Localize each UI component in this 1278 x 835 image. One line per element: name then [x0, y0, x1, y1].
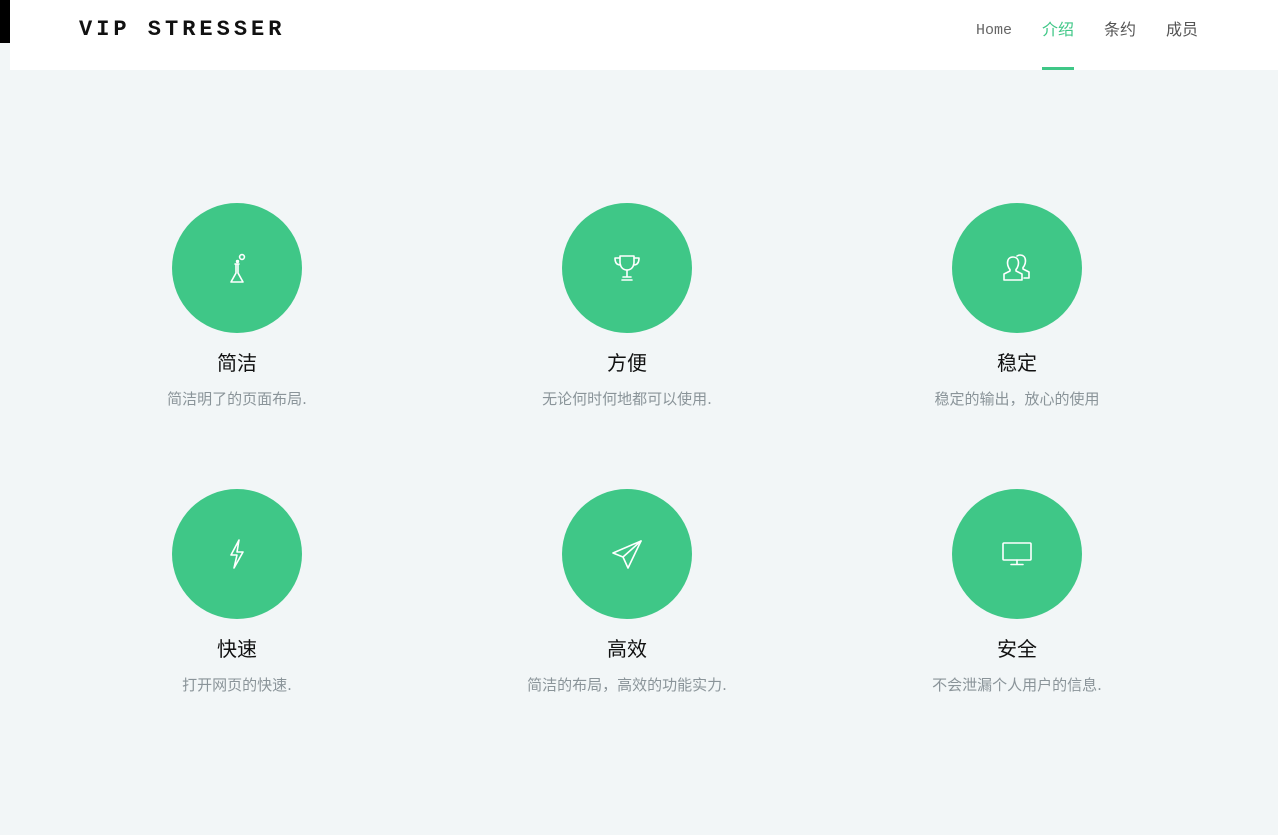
- feature-icon-circle: [562, 203, 692, 333]
- feature-card: 稳定 稳定的输出，放心的使用: [887, 203, 1147, 409]
- feature-title: 稳定: [997, 351, 1037, 375]
- feature-card: 快速 打开网页的快速.: [107, 489, 367, 695]
- feature-title: 安全: [997, 637, 1037, 661]
- feature-description: 不会泄漏个人用户的信息.: [932, 676, 1102, 694]
- feature-description: 简洁明了的页面布局.: [167, 390, 307, 408]
- feature-icon-circle: [172, 203, 302, 333]
- feature-card: 简洁 简洁明了的页面布局.: [107, 203, 367, 409]
- feature-icon-circle: [562, 489, 692, 619]
- feature-title: 简洁: [217, 351, 257, 375]
- monitor-icon: [1002, 542, 1032, 566]
- feature-description: 打开网页的快速.: [182, 676, 292, 694]
- feature-card: 方便 无论何时何地都可以使用.: [497, 203, 757, 409]
- feature-description: 简洁的布局，高效的功能实力.: [527, 676, 727, 694]
- feature-description: 稳定的输出，放心的使用: [934, 390, 1100, 408]
- feature-title: 快速: [217, 637, 257, 661]
- users-icon: [1003, 254, 1030, 281]
- trophy-icon: [614, 255, 640, 281]
- page: VIP STRESSER Home 介绍 条约 成员 简洁 简洁明了的页面布局.: [0, 0, 1278, 835]
- lightning-icon: [230, 539, 244, 569]
- feature-icon-circle: [952, 489, 1082, 619]
- feature-description: 无论何时何地都可以使用.: [542, 390, 712, 408]
- paper-plane-icon: [612, 540, 642, 569]
- feature-icon-circle: [172, 489, 302, 619]
- feature-icon-circle: [952, 203, 1082, 333]
- feature-card: 安全 不会泄漏个人用户的信息.: [887, 489, 1147, 695]
- feature-title: 方便: [607, 351, 647, 375]
- feature-title: 高效: [607, 637, 647, 661]
- feature-card: 高效 简洁的布局，高效的功能实力.: [497, 489, 757, 695]
- flask-icon: [230, 253, 246, 283]
- features-section: 简洁 简洁明了的页面布局. 方便 无论何时何地都可以使用. 稳定 稳定的输出，放…: [0, 0, 1278, 835]
